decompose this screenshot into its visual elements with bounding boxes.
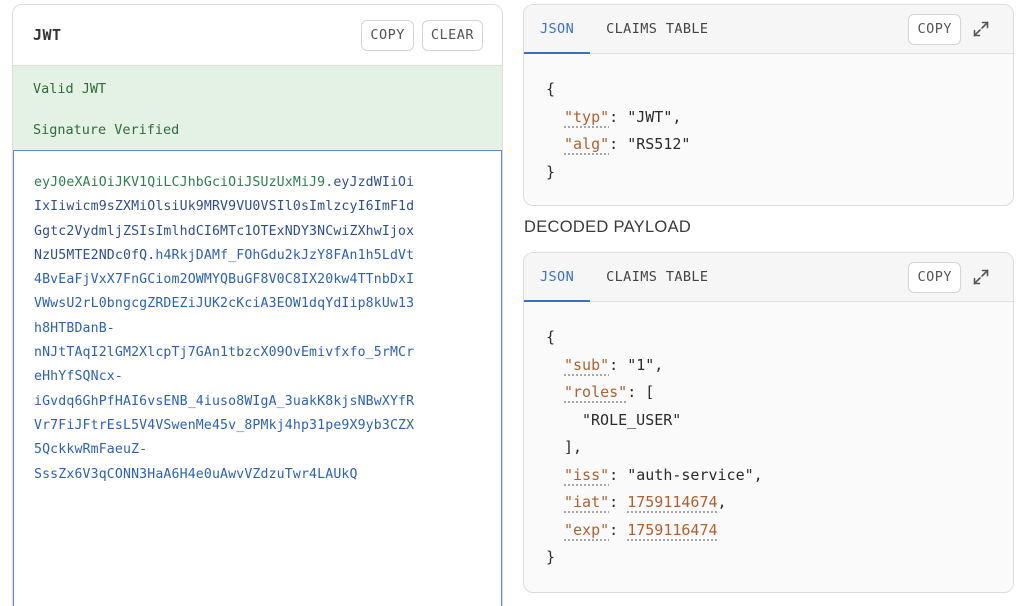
json-text: : bbox=[609, 520, 628, 539]
decoded-payload-card: JSON CLAIMS TABLE COPY {"sub": "1", "role… bbox=[523, 252, 1014, 593]
jwt-panel-actions: COPY CLEAR bbox=[361, 19, 483, 51]
json-key: "alg" bbox=[564, 135, 610, 153]
token-line: eyJ0eXAiOiJKV1QiLCJhbGciOiJSUzUxMiJ9.eyJ… bbox=[34, 171, 482, 195]
json-line: "ROLE_USER" bbox=[546, 407, 991, 435]
payload-card-toolbar: JSON CLAIMS TABLE COPY bbox=[524, 253, 1013, 302]
status-valid-jwt: Valid JWT bbox=[33, 81, 107, 97]
payload-card-actions: COPY bbox=[908, 261, 1013, 293]
json-line: "typ": "JWT", bbox=[546, 104, 991, 132]
token-sig-segment: nNJtTAqI2lGM2XlcpTj7GAn1tbzcX09OvEmivfxf… bbox=[34, 345, 415, 361]
json-line: { bbox=[546, 324, 991, 352]
json-text: : "1", bbox=[609, 355, 664, 374]
jwt-panel: JWT COPY CLEAR Valid JWT Signature Verif… bbox=[12, 4, 503, 606]
header-copy-button[interactable]: COPY bbox=[908, 13, 961, 45]
token-sig-segment: eHhYfSQNcx- bbox=[34, 369, 123, 385]
jwt-panel-title: JWT bbox=[33, 26, 62, 44]
token-sig-segment: h8HTBDanB- bbox=[34, 320, 115, 336]
payload-json-view: {"sub": "1", "roles": ["ROLE_USER"], "iss"… bbox=[524, 302, 1013, 572]
json-number-value: 1759116474 bbox=[627, 520, 718, 539]
token-line: iGvdq6GhPfHAI6vsENB_4iuso8WIgA_3uakK8kjs… bbox=[34, 390, 482, 414]
token-sig-segment: SssZx6V3qCONN3HaA6H4e0uAwvVZdzuTwr4LAUkQ bbox=[34, 466, 358, 482]
json-line: { bbox=[546, 76, 991, 104]
json-line: "alg": "RS512" bbox=[546, 131, 991, 159]
json-text: : [ bbox=[627, 383, 655, 401]
jwt-clear-button[interactable]: CLEAR bbox=[421, 19, 483, 51]
json-text: : "auth-service", bbox=[609, 465, 763, 484]
validation-status: Valid JWT Signature Verified bbox=[13, 65, 502, 150]
tab-claims-table[interactable]: CLAIMS TABLE bbox=[590, 5, 724, 53]
json-line: "iss": "auth-service", bbox=[546, 462, 991, 490]
decoded-payload-heading: DECODED PAYLOAD bbox=[524, 218, 692, 236]
json-line: "roles": [ bbox=[546, 379, 991, 407]
json-text: : bbox=[609, 493, 628, 511]
json-text: { bbox=[546, 328, 556, 346]
expand-icon[interactable] bbox=[971, 267, 991, 287]
token-line: NzU5MTE2NDc0fQ.h4RkjDAMf_FOhGdu2kJzY8FAn… bbox=[34, 244, 482, 268]
json-text: : "RS512" bbox=[609, 135, 691, 153]
token-sig-segment: iGvdq6GhPfHAI6vsENB_4iuso8WIgA_3uakK8kjs… bbox=[34, 393, 415, 409]
token-header-segment: eyJ0eXAiOiJKV1QiLCJhbGciOiJSUzUxMiJ9 bbox=[34, 175, 326, 190]
json-text: : "JWT", bbox=[609, 107, 682, 126]
json-text: "ROLE_USER" bbox=[582, 410, 682, 429]
token-line: eHhYfSQNcx- bbox=[34, 365, 482, 389]
token-line: VWwsU2rL0bngcgZRDEZiJUK2cKciA3EOW1dqYdIi… bbox=[34, 292, 482, 316]
json-key: "sub" bbox=[564, 355, 610, 374]
jwt-copy-button[interactable]: COPY bbox=[361, 19, 414, 51]
json-key: "exp" bbox=[564, 520, 610, 539]
json-line: "iat": 1759114674, bbox=[546, 489, 991, 517]
token-line: SssZx6V3qCONN3HaA6H4e0uAwvVZdzuTwr4LAUkQ bbox=[34, 463, 482, 487]
json-text: , bbox=[717, 493, 727, 511]
token-sig-segment: 4BvEaFjVxX7FnGCiom2OWMYQBuGF8V0C8IX20kw4… bbox=[34, 272, 415, 288]
json-line: "sub": "1", bbox=[546, 352, 991, 380]
header-json-view: {"typ": "JWT", "alg": "RS512"} bbox=[524, 54, 1013, 186]
payload-copy-button[interactable]: COPY bbox=[908, 261, 961, 293]
token-line: 5QckkwRmFaeuZ- bbox=[34, 438, 482, 462]
token-sig-segment: h4RkjDAMf_FOhGdu2kJzY8FAn1h5LdVt bbox=[155, 247, 415, 263]
expand-icon[interactable] bbox=[971, 19, 991, 39]
json-text: } bbox=[546, 162, 556, 181]
token-payload-segment: NzU5MTE2NDc0fQ bbox=[34, 247, 148, 263]
json-key: "iat" bbox=[564, 493, 610, 511]
decoded-header-card: JSON CLAIMS TABLE COPY {"typ": "JWT", "al… bbox=[523, 4, 1014, 206]
token-payload-segment: eyJzdWIiOi bbox=[333, 175, 415, 190]
token-line: h8HTBDanB- bbox=[34, 317, 482, 341]
json-line: } bbox=[546, 544, 991, 572]
token-line: IxIiwicm9sZXMiOlsiUk9MRV9VU0VSIl0sImlzcy… bbox=[34, 195, 482, 219]
tab-json[interactable]: JSON bbox=[524, 253, 591, 302]
tab-claims-table[interactable]: CLAIMS TABLE bbox=[590, 253, 724, 301]
token-line: nNJtTAqI2lGM2XlcpTj7GAn1tbzcX09OvEmivfxf… bbox=[34, 341, 482, 365]
json-key: "typ" bbox=[564, 107, 610, 126]
json-text: } bbox=[546, 548, 556, 566]
header-card-actions: COPY bbox=[908, 13, 1013, 45]
json-text: { bbox=[546, 80, 556, 98]
jwt-token-input[interactable]: eyJ0eXAiOiJKV1QiLCJhbGciOiJSUzUxMiJ9.eyJ… bbox=[13, 150, 502, 606]
jwt-panel-header: JWT COPY CLEAR bbox=[13, 5, 502, 65]
tab-json[interactable]: JSON bbox=[524, 5, 591, 54]
token-line: 4BvEaFjVxX7FnGCiom2OWMYQBuGF8V0C8IX20kw4… bbox=[34, 268, 482, 292]
token-line: Ggtc2VydmljZSIsImlhdCI6MTc1OTExNDY3NCwiZ… bbox=[34, 220, 482, 244]
json-number-value: 1759114674 bbox=[627, 493, 718, 511]
token-sig-segment: Vr7FiJFtrEsL5V4VSwenMe45v_8PMkj4hp31pe9X… bbox=[34, 417, 415, 433]
token-sig-segment: 5QckkwRmFaeuZ- bbox=[34, 442, 148, 458]
json-line: "exp": 1759116474 bbox=[546, 517, 991, 545]
json-key: "roles" bbox=[564, 383, 628, 401]
token-line: Vr7FiJFtrEsL5V4VSwenMe45v_8PMkj4hp31pe9X… bbox=[34, 414, 482, 438]
token-payload-segment: Ggtc2VydmljZSIsImlhdCI6MTc1OTExNDY3NCwiZ… bbox=[34, 223, 415, 239]
json-key: "iss" bbox=[564, 465, 610, 484]
json-line: } bbox=[546, 159, 991, 187]
token-payload-segment: IxIiwicm9sZXMiOlsiUk9MRV9VU0VSIl0sImlzcy… bbox=[34, 199, 415, 215]
json-line: ], bbox=[546, 434, 991, 462]
token-sig-segment: VWwsU2rL0bngcgZRDEZiJUK2cKciA3EOW1dqYdIi… bbox=[34, 296, 415, 312]
status-signature-verified: Signature Verified bbox=[33, 122, 180, 138]
json-text: ], bbox=[564, 438, 583, 456]
header-card-toolbar: JSON CLAIMS TABLE COPY bbox=[524, 5, 1013, 54]
